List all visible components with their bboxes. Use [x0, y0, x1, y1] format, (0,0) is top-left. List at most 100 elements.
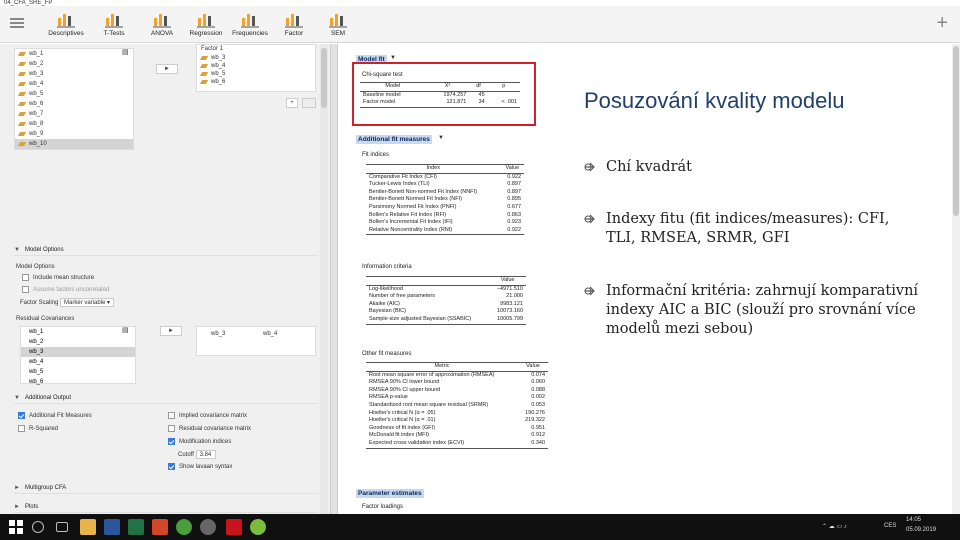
- additional-output-header[interactable]: ▼ Additional Output: [14, 392, 318, 404]
- variable-item[interactable]: wb_1: [15, 49, 133, 59]
- variable-item[interactable]: wb_8: [15, 119, 133, 129]
- tray-icons[interactable]: ⌃ ☁ ▭ ♪: [822, 523, 847, 530]
- residual-pair-box[interactable]: wb_3 wb_4: [196, 326, 316, 356]
- clock-time[interactable]: 14:05: [906, 517, 921, 523]
- residual-variable-item[interactable]: wb_4: [21, 357, 135, 367]
- assign-factor-button[interactable]: ►: [156, 64, 178, 74]
- table-row: Bayesian (BIC) 10073.160: [366, 308, 526, 316]
- modification-indices-checkbox[interactable]: Modification indices: [168, 438, 231, 445]
- toolbar-sem-button[interactable]: SEM: [312, 8, 364, 42]
- bullet-3: Informační kritéria: zahrnují komparativ…: [582, 282, 922, 339]
- toolbar-descriptives-button[interactable]: Descriptives: [40, 8, 92, 42]
- assume-uncorrelated-checkbox[interactable]: Assume factors uncorrelated: [22, 286, 109, 293]
- variable-list[interactable]: wb_1 wb_2 wb_3 wb_4 wb_5 wb_6 wb_7 wb_8 wb_9 wb_1…: [14, 48, 134, 150]
- factor-box[interactable]: Factor 1 wb_3 wb_4 wb_5 wb_6: [196, 44, 316, 92]
- variable-item[interactable]: wb_2: [15, 59, 133, 69]
- cutoff-field[interactable]: Cutoff 3.84: [178, 450, 216, 459]
- excel-icon[interactable]: [128, 519, 144, 535]
- factor-item[interactable]: wb_4: [197, 62, 315, 70]
- factor-item[interactable]: wb_5: [197, 70, 315, 78]
- residual-variable-item[interactable]: wb_6: [21, 377, 135, 387]
- column-header: [366, 276, 490, 286]
- regression-icon: [196, 10, 216, 28]
- additional-fit-measures-checkbox[interactable]: Additional Fit Measures: [18, 412, 92, 419]
- table-cell: 0.923: [507, 219, 521, 226]
- residual-variable-list[interactable]: wb_1 wb_2 wb_3 wb_4 wb_5 wb_6: [20, 326, 136, 387]
- file-explorer-icon[interactable]: [80, 519, 96, 535]
- table-row: Bentler-Bonett Non-normed Fit Index (NNF…: [366, 189, 524, 197]
- panel-splitter[interactable]: [330, 44, 338, 514]
- powerpoint-icon[interactable]: [152, 519, 168, 535]
- chrome-icon[interactable]: [176, 519, 192, 535]
- table-cell: Log-likelihood: [369, 285, 403, 292]
- model-options-header[interactable]: ▼ Model Options: [14, 244, 318, 256]
- factor-scaling-select[interactable]: Factor Scaling Marker variable ▾: [20, 298, 115, 307]
- table-cell: RMSEA 90% CI upper bound: [369, 386, 441, 393]
- table-cell: 0.863: [507, 211, 521, 218]
- residual-variable-item[interactable]: wb_2: [21, 337, 135, 347]
- table-cell: Number of free parameters: [369, 293, 436, 300]
- variable-item[interactable]: wb_4: [15, 79, 133, 89]
- additional-fit-measures-header[interactable]: Additional fit measures: [356, 135, 432, 144]
- variable-item[interactable]: wb_3: [15, 69, 133, 79]
- assign-residual-button[interactable]: ►: [160, 326, 182, 336]
- add-factor-button[interactable]: +: [286, 98, 298, 108]
- dropdown-icon[interactable]: ▼: [438, 135, 444, 141]
- clock-date[interactable]: 05.09.2019: [906, 527, 936, 533]
- factor-item[interactable]: wb_6: [197, 78, 315, 86]
- plots-header[interactable]: ► Plots: [14, 501, 318, 513]
- column-header: Metric: [366, 362, 519, 372]
- implied-covariance-checkbox[interactable]: Implied covariance matrix: [168, 412, 247, 419]
- parameter-estimates-header[interactable]: Parameter estimates: [356, 489, 424, 498]
- table-cell: Standardized root mean square residual (…: [369, 401, 489, 408]
- task-view-icon[interactable]: [56, 522, 68, 532]
- residual-variable-item[interactable]: wb_5: [21, 367, 135, 377]
- menu-icon[interactable]: [10, 18, 24, 28]
- table-cell: −4971.510: [496, 285, 523, 292]
- fit-indices-table: Index Value Comparative Fit Index (CFI) 0.9…: [366, 164, 524, 236]
- table-row: Log-likelihood −4971.510: [366, 285, 526, 293]
- factor-item[interactable]: wb_3: [197, 54, 315, 62]
- variable-item[interactable]: wb_6: [15, 99, 133, 109]
- residual-covariance-checkbox[interactable]: Residual covariance matrix: [168, 425, 251, 432]
- table-cell: Root mean square error of approximation …: [369, 371, 495, 378]
- jasp-icon[interactable]: [250, 519, 266, 535]
- variable-item[interactable]: wb_5: [15, 89, 133, 99]
- include-mean-structure-checkbox[interactable]: Include mean structure: [22, 274, 94, 281]
- toolbar-t-tests-button[interactable]: T-Tests: [88, 8, 140, 42]
- results-scrollbar[interactable]: [952, 44, 960, 514]
- bullet-1: Chí kvadrát: [582, 158, 922, 177]
- other-fit-table: Metric Value Root mean square error of app…: [366, 362, 548, 449]
- table-cell: 0.922: [500, 226, 524, 236]
- options-scrollbar[interactable]: [320, 44, 328, 514]
- table-row: RMSEA 90% CI upper bound 0.088: [366, 387, 548, 395]
- table-row: Standardized root mean square residual (…: [366, 402, 548, 410]
- add-module-icon[interactable]: +: [936, 12, 948, 35]
- table-cell: 0.895: [507, 196, 521, 203]
- language-indicator[interactable]: CES: [884, 523, 896, 529]
- word-icon[interactable]: [104, 519, 120, 535]
- variable-item[interactable]: wb_10: [15, 139, 133, 149]
- variable-item[interactable]: wb_7: [15, 109, 133, 119]
- acrobat-icon[interactable]: [226, 519, 242, 535]
- information-criteria-caption: Information criteria: [362, 264, 412, 270]
- search-icon[interactable]: [32, 521, 44, 533]
- table-cell: Parsimony Normed Fit Index (PNFI): [369, 203, 457, 210]
- residual-variable-item[interactable]: wb_3: [21, 347, 135, 357]
- residual-variable-item[interactable]: wb_1: [21, 327, 135, 337]
- variable-item[interactable]: wb_9: [15, 129, 133, 139]
- windows-start-icon[interactable]: [8, 519, 24, 535]
- table-row: Relative Noncentrality Index (RNI) 0.922: [366, 226, 524, 236]
- multigroup-cfa-header[interactable]: ► Multigroup CFA: [14, 482, 318, 494]
- show-lavaan-checkbox[interactable]: Show lavaan syntax: [168, 463, 232, 470]
- factor-name[interactable]: Factor 1: [197, 45, 315, 54]
- screen: 04_CFA_SRE_FP Descriptives T-Tests ANOVA Re…: [0, 0, 960, 540]
- r-squared-checkbox[interactable]: R-Squared: [18, 425, 58, 432]
- table-row: RMSEA 90% CI lower bound 0.060: [366, 379, 548, 387]
- table-header-row: Metric Value: [366, 362, 548, 372]
- remove-factor-button[interactable]: [302, 98, 316, 108]
- dropdown-icon[interactable]: ▼: [390, 55, 396, 61]
- table-cell: Bentler-Bonett Non-normed Fit Index (NNF…: [369, 188, 477, 195]
- settings-gear-icon[interactable]: [200, 519, 216, 535]
- slide-title: Posuzování kvality modelu: [584, 88, 845, 113]
